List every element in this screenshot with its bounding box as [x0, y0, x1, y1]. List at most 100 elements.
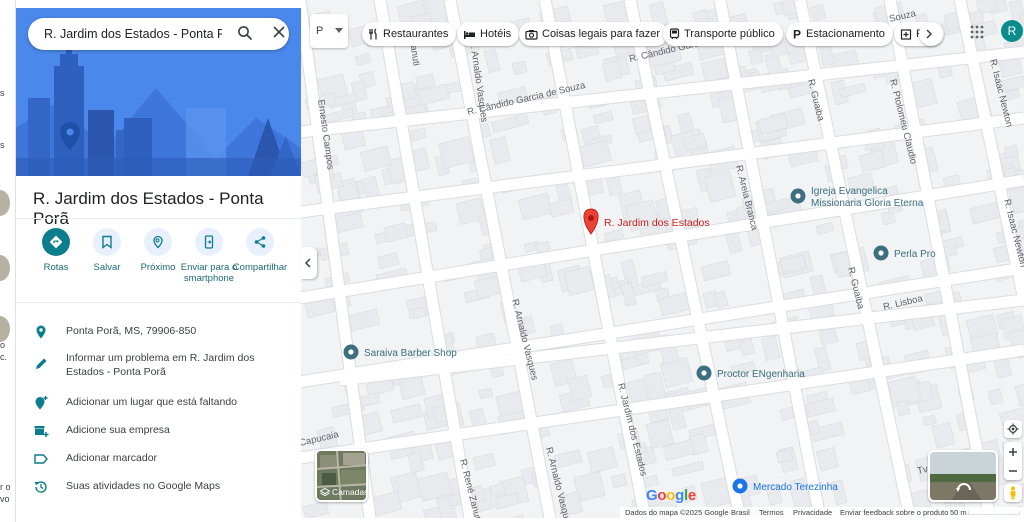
google-logo: Google: [646, 487, 696, 504]
collapse-panel-button[interactable]: [301, 247, 317, 279]
parking-icon: P: [793, 28, 801, 40]
layers-button[interactable]: Camadas: [315, 449, 368, 502]
action-buttons: Rotas Salvar Próximo Enviar para o smart…: [16, 228, 301, 300]
place-hero-illustration: [16, 8, 301, 176]
privacy-link[interactable]: Privacidade: [793, 508, 832, 517]
terms-link[interactable]: Termos: [759, 508, 784, 517]
directions-icon: [42, 228, 70, 256]
search-box[interactable]: [28, 18, 289, 50]
street-view-preview[interactable]: [928, 450, 998, 502]
map-canvas[interactable]: R. Jardim dos Estados R. Cândido Garcia d…: [300, 0, 1024, 518]
zoom-controls: [1004, 442, 1022, 480]
caret-down-icon: [335, 28, 343, 33]
nearby-button[interactable]: Próximo: [129, 228, 187, 273]
bookmark-icon: [93, 228, 121, 256]
svg-text:Mercado Terezinha: Mercado Terezinha: [753, 482, 838, 493]
chevron-right-icon: [926, 29, 933, 39]
strip-thumbnail[interactable]: [0, 190, 10, 216]
svg-text:Proctor ENgenharia: Proctor ENgenharia: [717, 369, 805, 380]
info-text: Informar um problema em R. Jardim dos Es…: [66, 352, 255, 378]
camera-icon: [525, 29, 538, 40]
info-text: Adicionar marcador: [66, 452, 158, 464]
chips-next-button[interactable]: [919, 22, 943, 46]
svg-text:Perla Pro: Perla Pro: [894, 249, 936, 260]
pegman-icon: [1010, 486, 1016, 500]
transit-icon: [669, 28, 680, 40]
chip-label: Restaurantes: [383, 28, 449, 40]
info-text: Suas atividades no Google Maps: [66, 480, 221, 492]
share-button[interactable]: Compartilhar: [230, 228, 290, 273]
strip-text: r o: [0, 482, 11, 492]
place-panel: R. Jardim dos Estados - Ponta Porã Rotas…: [16, 8, 301, 518]
feedback-link[interactable]: Enviar feedback sobre o produto: [840, 508, 948, 517]
crosshair-icon: [1007, 423, 1019, 435]
pharmacy-icon: [900, 29, 912, 40]
zoom-out-icon[interactable]: [1008, 466, 1018, 476]
layers-icon: [320, 487, 330, 496]
directions-button[interactable]: Rotas: [27, 228, 85, 273]
search-input[interactable]: [44, 27, 222, 41]
location-pin-icon: [33, 324, 49, 340]
side-results-strip: s s o c. r o vo: [0, 0, 16, 522]
action-label: Compartilhar: [232, 262, 288, 273]
map-data-attribution: Dados do mapa ©2025 Google: [625, 508, 729, 517]
strip-text: c.: [0, 352, 8, 362]
info-text: Adicione sua empresa: [66, 424, 170, 436]
strip-thumbnail[interactable]: [0, 255, 10, 281]
layers-text: Camadas: [332, 487, 368, 497]
hotel-icon: [464, 30, 475, 39]
map-footer: Dados do mapa ©2025 Google Brasil Termos…: [620, 507, 1024, 518]
strip-thumbnail[interactable]: [0, 316, 10, 342]
strip-text: o: [0, 340, 6, 350]
restaurant-icon: [369, 28, 377, 40]
add-location-icon: [33, 395, 49, 411]
svg-text:Missionaria Gloria Eterna: Missionaria Gloria Eterna: [811, 198, 924, 209]
history-icon: [33, 479, 49, 495]
action-label: Salvar: [93, 262, 121, 273]
strip-text: s: [0, 88, 5, 98]
map-type-dropdown[interactable]: P: [310, 14, 348, 48]
chip-parking[interactable]: P Estacionamento: [786, 22, 893, 46]
save-button[interactable]: Salvar: [78, 228, 136, 273]
action-label: Rotas: [43, 262, 69, 273]
search-icon[interactable]: [237, 25, 255, 43]
chip-things-to-do[interactable]: Coisas legais para fazer: [519, 22, 669, 46]
share-icon: [246, 228, 274, 256]
scale-text[interactable]: 50 m: [950, 508, 967, 517]
info-text: Adicionar um lugar que está faltando: [66, 396, 238, 408]
chevron-left-icon: [304, 258, 311, 268]
chip-restaurants[interactable]: Restaurantes: [362, 22, 457, 46]
layers-label: Camadas: [320, 487, 368, 497]
place-title: R. Jardim dos Estados - Ponta Porã: [33, 189, 264, 228]
close-icon[interactable]: [272, 25, 290, 43]
add-business-icon: [33, 423, 49, 439]
chip-label: Coisas legais para fazer: [542, 28, 661, 40]
chip-label: Estacionamento: [806, 28, 885, 40]
my-location-button[interactable]: [1004, 420, 1022, 438]
apps-grid-icon[interactable]: [970, 25, 984, 39]
divider: [16, 218, 301, 219]
map-svg[interactable]: R. Jardim dos EstadosR. Cândido Garcia d…: [300, 0, 1024, 518]
strip-text: vo: [0, 494, 10, 504]
street-view-image: [930, 452, 996, 500]
country-link[interactable]: Brasil: [731, 508, 750, 517]
strip-text: s: [0, 140, 5, 150]
label-icon: [33, 451, 49, 467]
account-avatar[interactable]: R: [1001, 20, 1023, 42]
send-to-phone-icon: [195, 228, 223, 256]
zoom-in-icon[interactable]: [1008, 447, 1018, 457]
divider: [16, 302, 301, 303]
svg-text:P: P: [793, 28, 801, 40]
nearby-icon: [144, 228, 172, 256]
pegman-button[interactable]: [1004, 484, 1022, 502]
info-text: Ponta Porã, MS, 79906-850: [66, 325, 197, 337]
chip-hotels[interactable]: Hotéis: [457, 22, 520, 46]
map-type-label: P: [316, 25, 324, 37]
chip-label: Transporte público: [684, 28, 775, 40]
edit-pencil-icon: [33, 356, 49, 372]
chip-label: Hotéis: [480, 28, 512, 40]
svg-text:Saraiva Barber Shop: Saraiva Barber Shop: [364, 348, 457, 359]
svg-text:Igreja Evangelica: Igreja Evangelica: [811, 186, 888, 197]
chip-transit[interactable]: Transporte público: [663, 22, 783, 46]
action-label: Próximo: [140, 262, 176, 273]
